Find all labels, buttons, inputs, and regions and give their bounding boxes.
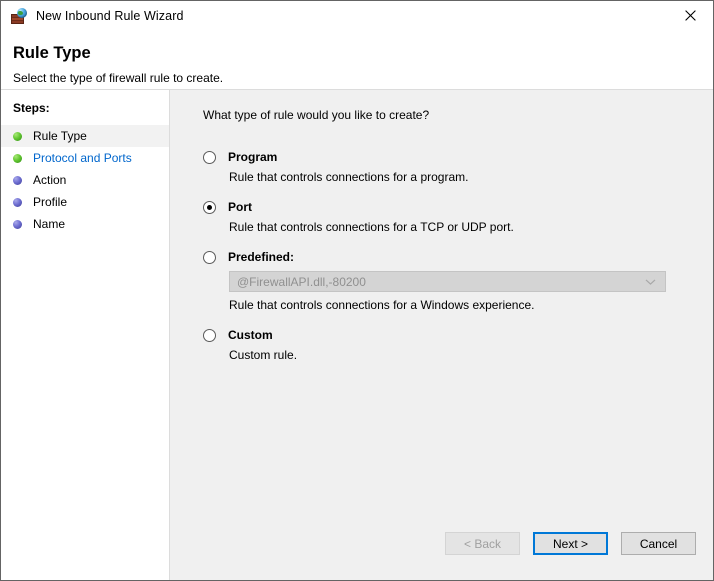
predefined-rule-value: @FirewallAPI.dll,-80200: [237, 274, 366, 289]
steps-heading: Steps:: [13, 101, 50, 115]
option-custom-label: Custom: [228, 328, 273, 342]
step-bullet-icon: [13, 175, 22, 185]
step-bullet-icon: [13, 153, 22, 163]
sidebar-item-action[interactable]: Action: [1, 169, 169, 191]
close-icon[interactable]: [668, 1, 713, 30]
page-header: Rule Type Select the type of firewall ru…: [1, 31, 713, 90]
rule-type-options: Program Rule that controls connections f…: [203, 150, 693, 378]
option-program-description: Rule that controls connections for a pro…: [229, 170, 469, 184]
option-predefined[interactable]: Predefined: @FirewallAPI.dll,-80200 Rule…: [203, 250, 693, 312]
option-predefined-label: Predefined:: [228, 250, 295, 264]
button-bar: < Back Next > Cancel: [170, 526, 713, 580]
page-subtitle: Select the type of firewall rule to crea…: [13, 71, 224, 85]
step-bullet-icon: [13, 131, 22, 141]
sidebar-item-protocol-and-ports[interactable]: Protocol and Ports: [1, 147, 169, 169]
radio-port[interactable]: [203, 201, 216, 214]
radio-custom[interactable]: [203, 329, 216, 342]
option-port[interactable]: Port Rule that controls connections for …: [203, 200, 693, 234]
predefined-rule-dropdown[interactable]: @FirewallAPI.dll,-80200: [229, 271, 666, 292]
window-title: New Inbound Rule Wizard: [36, 8, 184, 23]
body-area: Steps: Rule Type Protocol and Ports Acti…: [1, 90, 713, 580]
sidebar-item-label: Rule Type: [33, 129, 87, 143]
option-custom[interactable]: Custom Custom rule.: [203, 328, 693, 362]
title-bar: New Inbound Rule Wizard: [1, 1, 713, 31]
sidebar-item-profile[interactable]: Profile: [1, 191, 169, 213]
option-custom-description: Custom rule.: [229, 348, 298, 362]
main-panel: What type of rule would you like to crea…: [170, 90, 713, 580]
firewall-icon: [11, 8, 27, 24]
sidebar-item-label: Action: [33, 173, 67, 187]
radio-program[interactable]: [203, 151, 216, 164]
step-bullet-icon: [13, 197, 22, 207]
wizard-window: New Inbound Rule Wizard Rule Type Select…: [0, 0, 714, 581]
next-button[interactable]: Next >: [533, 532, 608, 555]
radio-predefined[interactable]: [203, 251, 216, 264]
steps-sidebar: Steps: Rule Type Protocol and Ports Acti…: [1, 90, 170, 580]
option-port-description: Rule that controls connections for a TCP…: [229, 220, 514, 234]
back-button[interactable]: < Back: [445, 532, 520, 555]
sidebar-item-label: Name: [33, 217, 66, 231]
sidebar-item-rule-type[interactable]: Rule Type: [1, 125, 169, 147]
page-title: Rule Type: [13, 44, 91, 62]
sidebar-item-label[interactable]: Protocol and Ports: [33, 152, 132, 164]
option-predefined-description: Rule that controls connections for a Win…: [229, 298, 535, 312]
chevron-down-icon: [645, 278, 656, 285]
sidebar-item-label: Profile: [33, 195, 68, 209]
option-program-label: Program: [228, 150, 278, 164]
question-text: What type of rule would you like to crea…: [203, 108, 430, 122]
option-port-label: Port: [228, 200, 252, 214]
sidebar-item-name[interactable]: Name: [1, 213, 169, 235]
option-program[interactable]: Program Rule that controls connections f…: [203, 150, 693, 184]
step-bullet-icon: [13, 219, 22, 229]
cancel-button[interactable]: Cancel: [621, 532, 696, 555]
